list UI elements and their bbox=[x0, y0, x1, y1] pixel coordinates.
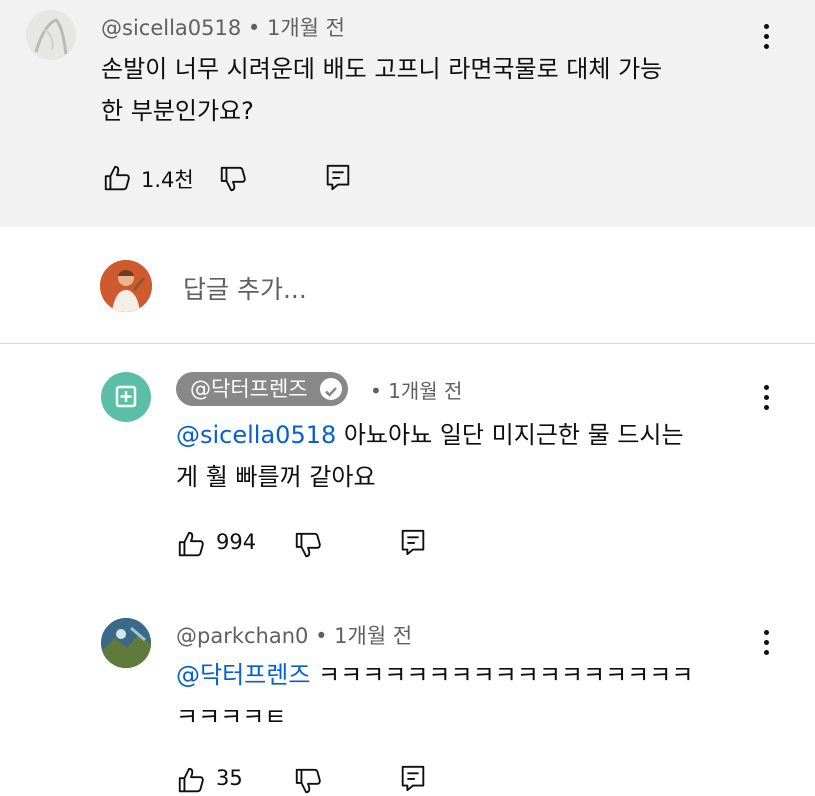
reply-text: 아뇨아뇨 일단 미지근한 물 드시는 bbox=[336, 421, 684, 449]
like-count: 994 bbox=[216, 530, 257, 554]
reply-author[interactable]: @parkchan0 bbox=[176, 624, 308, 648]
reply-icon[interactable] bbox=[323, 162, 353, 192]
verified-check-icon bbox=[319, 378, 342, 400]
reply-input[interactable]: 답글 추가... bbox=[183, 270, 307, 306]
reply-icon[interactable] bbox=[398, 763, 428, 793]
avatar[interactable] bbox=[26, 10, 76, 60]
reply-text-line: 게 훨 빠를꺼 같아요 bbox=[176, 463, 376, 491]
like-count: 1.4천 bbox=[141, 168, 194, 192]
reply-text: ㅋㅋㅋㅋㅋㅋㅋㅋㅋㅋㅋㅋㅋㅋㅋㅋㅋ bbox=[310, 661, 694, 689]
more-vert-icon[interactable] bbox=[754, 383, 778, 413]
user-avatar bbox=[100, 260, 152, 312]
mention-link[interactable]: @sicella0518 bbox=[176, 421, 336, 449]
comment-text-line: 한 부분인가요? bbox=[101, 97, 254, 125]
reply-time: • 1개월 전 bbox=[315, 624, 413, 648]
thumbs-up-icon[interactable] bbox=[176, 529, 206, 559]
divider bbox=[0, 343, 815, 344]
comment-author[interactable]: @sicella0518 bbox=[101, 16, 241, 40]
thumbs-down-icon[interactable] bbox=[293, 766, 323, 796]
thumbs-up-icon[interactable] bbox=[102, 163, 132, 193]
comment-time: • 1개월 전 bbox=[247, 16, 345, 40]
reply-text-line: ㅋㅋㅋㅋㅌ bbox=[176, 703, 287, 731]
reply-time: • 1개월 전 bbox=[370, 379, 463, 403]
thumbs-down-icon[interactable] bbox=[293, 530, 323, 560]
comment-text-line: 손발이 너무 시려운데 배도 고프니 라면국물로 대체 가능 bbox=[101, 55, 663, 83]
reply-author: @닥터프렌즈 bbox=[190, 377, 308, 401]
avatar[interactable] bbox=[101, 618, 151, 668]
thumbs-up-icon[interactable] bbox=[176, 765, 206, 795]
reply-icon[interactable] bbox=[398, 527, 428, 557]
mention-link[interactable]: @닥터프렌즈 bbox=[176, 661, 310, 689]
author-chip[interactable]: @닥터프렌즈 bbox=[176, 372, 348, 406]
highlighted-comment: @sicella0518 • 1개월 전 손발이 너무 시려운데 배도 고프니 … bbox=[0, 0, 815, 227]
thumbs-down-icon[interactable] bbox=[218, 164, 248, 194]
channel-avatar[interactable] bbox=[101, 372, 151, 422]
like-count: 35 bbox=[216, 766, 243, 790]
